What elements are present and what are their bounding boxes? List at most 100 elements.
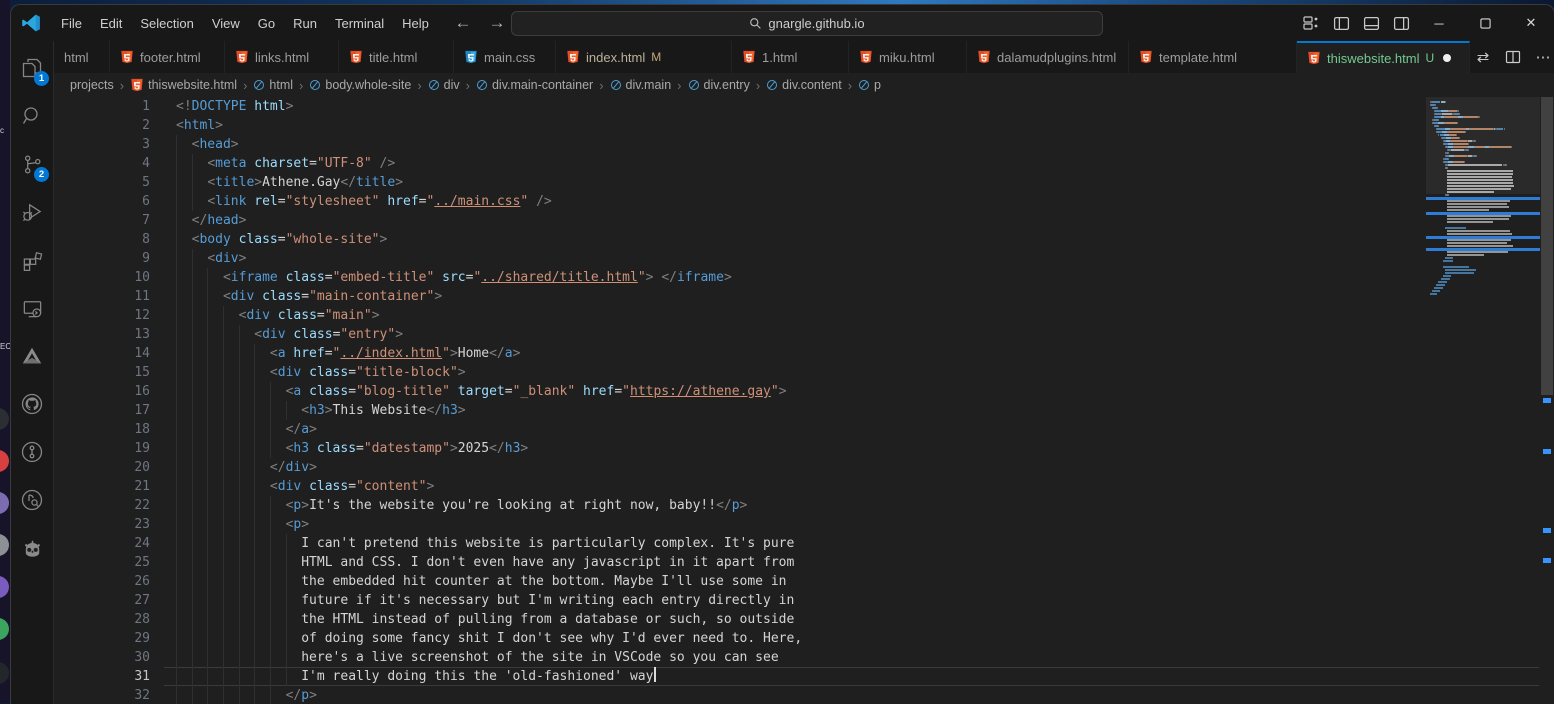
code-line-30[interactable]: 30 here's a live screenshot of the site … [54, 648, 1554, 667]
tab-index-html[interactable]: index.htmlM [556, 41, 732, 73]
activity-triangle-extension[interactable] [11, 333, 53, 379]
indent-guide [176, 420, 177, 439]
code-line-23[interactable]: 23 <p> [54, 515, 1554, 534]
breadcrumb-file[interactable]: thiswebsite.html [130, 78, 237, 92]
code-line-32[interactable]: 32 </p> [54, 686, 1554, 704]
code-line-26[interactable]: 26 the embedded hit counter at the botto… [54, 572, 1554, 591]
code-line-2[interactable]: 2<html> [54, 116, 1554, 135]
tab-main-css[interactable]: main.css [454, 41, 556, 73]
tab-html[interactable]: html [54, 41, 110, 73]
tab-dalamudplugins-html[interactable]: dalamudplugins.html [967, 41, 1129, 73]
code-line-11[interactable]: 11 <div class="main-container"> [54, 287, 1554, 306]
command-center-search[interactable]: gnargle.github.io [511, 11, 1103, 36]
nav-back-button[interactable]: ← [451, 13, 475, 33]
code-editor[interactable]: 1<!DOCTYPE html>2<html>3 <head>4 <meta c… [54, 97, 1554, 704]
code-text: <div class="entry"> [176, 325, 403, 344]
activity-run-and-debug[interactable] [11, 189, 53, 235]
breadcrumb-html[interactable]: html [253, 78, 293, 92]
tab-template-html[interactable]: template.html [1129, 41, 1297, 73]
line-number: 27 [54, 591, 150, 610]
indent-guide [176, 325, 177, 344]
dirty-indicator[interactable] [1443, 54, 1451, 62]
nav-forward-button[interactable]: → [485, 13, 509, 33]
code-line-20[interactable]: 20 </div> [54, 458, 1554, 477]
activity-explorer[interactable]: 1 [11, 45, 53, 91]
menu-file[interactable]: File [52, 12, 91, 35]
toggle-secondary-sidebar-icon[interactable] [1386, 10, 1416, 36]
code-line-18[interactable]: 18 </a> [54, 420, 1554, 439]
code-line-28[interactable]: 28 the HTML instead of pulling from a da… [54, 610, 1554, 629]
code-line-22[interactable]: 22 <p>It's the website you're looking at… [54, 496, 1554, 515]
activity-extensions[interactable] [11, 237, 53, 283]
code-line-7[interactable]: 7 </head> [54, 211, 1554, 230]
code-text: HTML and CSS. I don't even have any java… [176, 553, 794, 572]
open-changes-icon[interactable]: ⇄ [1470, 44, 1496, 70]
tab-footer-html[interactable]: footer.html [110, 41, 225, 73]
activity-gitlens[interactable] [11, 429, 53, 475]
code-line-12[interactable]: 12 <div class="main"> [54, 306, 1554, 325]
code-line-15[interactable]: 15 <div class="title-block"> [54, 363, 1554, 382]
code-line-27[interactable]: 27 future if it's necessary but I'm writ… [54, 591, 1554, 610]
code-line-1[interactable]: 1<!DOCTYPE html> [54, 97, 1554, 116]
code-line-5[interactable]: 5 <title>Athene.Gay</title> [54, 173, 1554, 192]
vertical-scrollbar[interactable] [1540, 97, 1554, 704]
code-line-14[interactable]: 14 <a href="../index.html">Home</a> [54, 344, 1554, 363]
code-line-25[interactable]: 25 HTML and CSS. I don't even have any j… [54, 553, 1554, 572]
line-number: 7 [54, 211, 150, 230]
code-line-3[interactable]: 3 <head> [54, 135, 1554, 154]
tab-1-html[interactable]: 1.html [732, 41, 849, 73]
code-line-24[interactable]: 24 I can't pretend this website is parti… [54, 534, 1554, 553]
menu-edit[interactable]: Edit [91, 12, 131, 35]
breadcrumb-div-main[interactable]: div.main [610, 78, 672, 92]
breadcrumb-root[interactable]: projects [70, 78, 114, 92]
menu-selection[interactable]: Selection [131, 12, 202, 35]
code-line-17[interactable]: 17 <h3>This Website</h3> [54, 401, 1554, 420]
code-line-9[interactable]: 9 <div> [54, 249, 1554, 268]
activity-search[interactable] [11, 93, 53, 139]
breadcrumb-p[interactable]: p [858, 78, 881, 92]
code-line-29[interactable]: 29 of doing some fancy shit I don't see … [54, 629, 1554, 648]
code-line-6[interactable]: 6 <link rel="stylesheet" href="../main.c… [54, 192, 1554, 211]
minimap[interactable] [1426, 97, 1540, 704]
close-button[interactable]: ✕ [1508, 5, 1554, 41]
breadcrumb-div[interactable]: div [428, 78, 460, 92]
code-line-16[interactable]: 16 <a class="blog-title" target="_blank"… [54, 382, 1554, 401]
menu-go[interactable]: Go [249, 12, 284, 35]
indent-guide [239, 401, 240, 420]
code-line-19[interactable]: 19 <h3 class="datestamp">2025</h3> [54, 439, 1554, 458]
activity-source-control[interactable]: 2 [11, 141, 53, 187]
code-line-4[interactable]: 4 <meta charset="UTF-8" /> [54, 154, 1554, 173]
code-line-10[interactable]: 10 <iframe class="embed-title" src="../s… [54, 268, 1554, 287]
more-actions-icon[interactable]: ⋯ [1530, 44, 1554, 70]
indent-guide [192, 572, 193, 591]
menu-run[interactable]: Run [284, 12, 326, 35]
code-line-13[interactable]: 13 <div class="entry"> [54, 325, 1554, 344]
toggle-sidebar-icon[interactable] [1326, 10, 1356, 36]
line-number: 14 [54, 344, 150, 363]
minimize-button[interactable]: ─ [1416, 5, 1462, 41]
activity-remote-explorer[interactable] [11, 285, 53, 331]
tab-thiswebsite-html[interactable]: thiswebsite.htmlU [1297, 41, 1470, 73]
activity-gitlens-inspect[interactable] [11, 477, 53, 523]
menu-help[interactable]: Help [393, 12, 438, 35]
split-editor-icon[interactable] [1500, 44, 1526, 70]
indent-guide [286, 629, 287, 648]
menu-terminal[interactable]: Terminal [326, 12, 393, 35]
tab-links-html[interactable]: links.html [225, 41, 339, 73]
breadcrumb-div-entry[interactable]: div.entry [688, 78, 750, 92]
code-line-31[interactable]: 31 I'm really doing this the 'old-fashio… [54, 667, 1554, 686]
scrollbar-thumb[interactable] [1541, 97, 1553, 395]
breadcrumb-div-main-container[interactable]: div.main-container [476, 78, 593, 92]
activity-godot-tools[interactable] [11, 525, 53, 571]
toggle-panel-icon[interactable] [1356, 10, 1386, 36]
tab-title-html[interactable]: title.html [339, 41, 454, 73]
code-line-21[interactable]: 21 <div class="content"> [54, 477, 1554, 496]
breadcrumb-div-content[interactable]: div.content [766, 78, 842, 92]
customize-layout-icon[interactable] [1296, 10, 1326, 36]
code-line-8[interactable]: 8 <body class="whole-site"> [54, 230, 1554, 249]
activity-github[interactable] [11, 381, 53, 427]
breadcrumb-body-whole-site[interactable]: body.whole-site [309, 78, 411, 92]
maximize-button[interactable] [1462, 5, 1508, 41]
tab-miku-html[interactable]: miku.html [849, 41, 967, 73]
menu-view[interactable]: View [203, 12, 249, 35]
